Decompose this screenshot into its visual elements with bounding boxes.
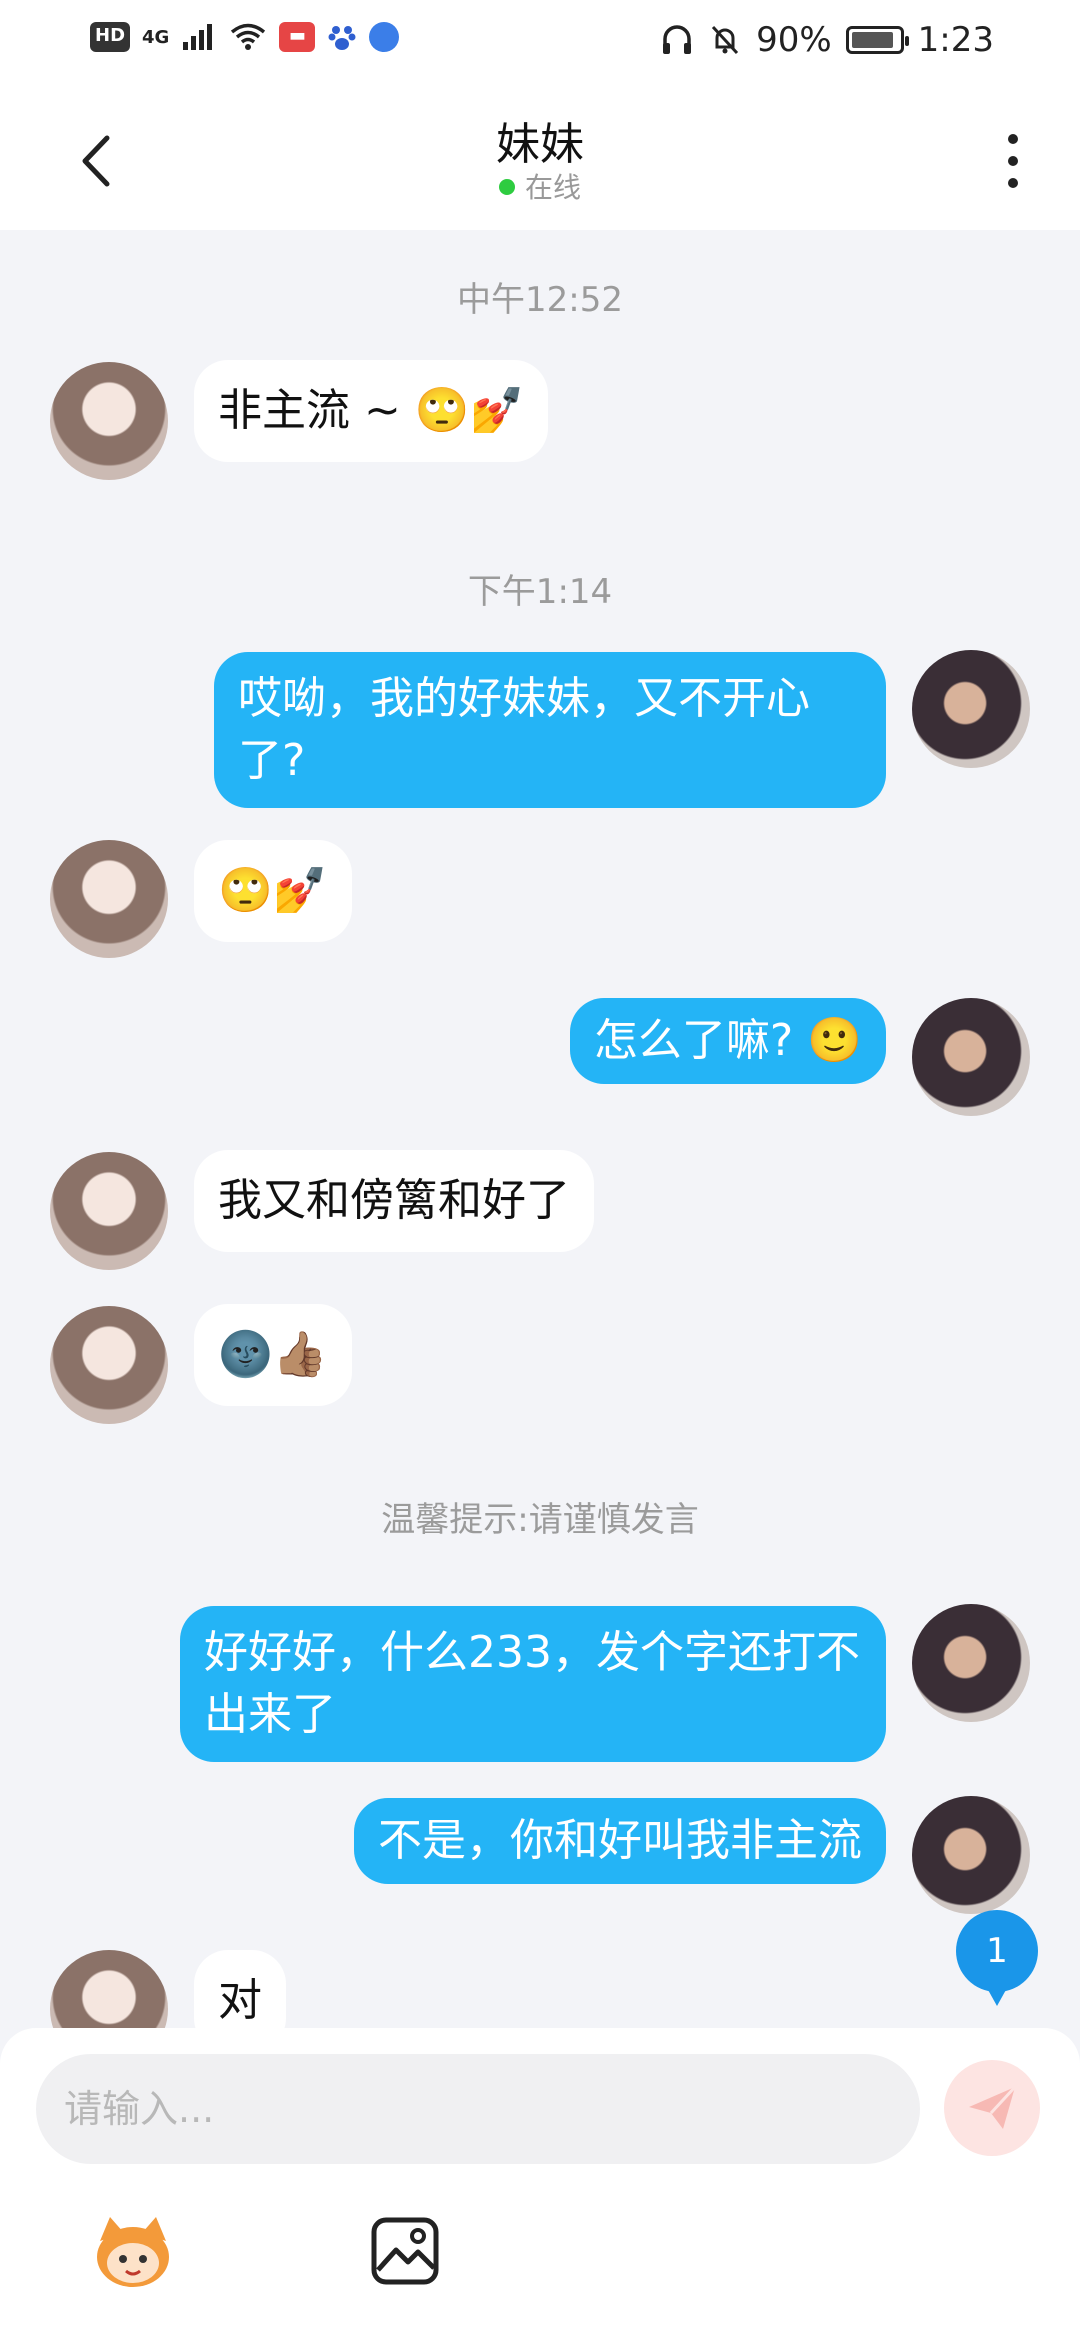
battery-icon bbox=[845, 26, 909, 54]
message-incoming[interactable]: 非主流 ~ 🙄💅 bbox=[194, 360, 549, 462]
battery-percent: 90% bbox=[756, 20, 832, 60]
message-outgoing[interactable]: 怎么了嘛? 🙂 bbox=[569, 998, 886, 1084]
signal-icon bbox=[183, 24, 213, 50]
more-dot bbox=[1008, 178, 1018, 188]
headphones-icon bbox=[663, 25, 692, 54]
avatar[interactable] bbox=[50, 1306, 168, 1424]
status-bar: HD 4G ▬ 90% 1:23 bbox=[0, 0, 1080, 86]
avatar[interactable] bbox=[912, 998, 1030, 1116]
more-vertical-icon bbox=[1008, 134, 1018, 144]
avatar[interactable] bbox=[50, 840, 168, 958]
send-button[interactable] bbox=[944, 2060, 1040, 2156]
mascot-sticker-icon bbox=[97, 2217, 169, 2287]
hd-badge: HD bbox=[90, 22, 131, 52]
avatar[interactable] bbox=[50, 1152, 168, 1270]
message-incoming[interactable]: 🙄💅 bbox=[194, 840, 352, 942]
avatar[interactable] bbox=[912, 1604, 1030, 1722]
chat-header: 妹妹 在线 bbox=[0, 86, 1080, 230]
more-dot bbox=[1008, 156, 1018, 166]
browser-icon bbox=[369, 22, 400, 52]
message-outgoing[interactable]: 哎呦，我的好妹妹，又不开心了? bbox=[214, 652, 886, 808]
clock: 1:23 bbox=[917, 20, 994, 60]
timestamp: 中午12:52 bbox=[457, 280, 623, 320]
message-outgoing[interactable]: 不是，你和好叫我非主流 bbox=[354, 1798, 886, 1884]
online-dot bbox=[498, 179, 515, 195]
message-incoming[interactable]: 我又和傍篱和好了 bbox=[194, 1150, 594, 1252]
image-button[interactable] bbox=[360, 2206, 450, 2296]
status-left-icons: HD 4G ▬ bbox=[90, 22, 400, 52]
message-input[interactable] bbox=[36, 2054, 920, 2164]
network-type: 4G bbox=[142, 26, 170, 48]
avatar[interactable] bbox=[50, 362, 168, 480]
mascot-sticker-button[interactable] bbox=[88, 2206, 178, 2296]
status-right-icons: 90% 1:23 bbox=[660, 20, 994, 60]
message-incoming[interactable]: 🌚👍🏽 bbox=[194, 1304, 352, 1406]
chat-list[interactable]: 中午12:52 非主流 ~ 🙄💅 下午1:14 哎呦，我的好妹妹，又不开心了? … bbox=[0, 230, 1080, 2028]
avatar[interactable] bbox=[50, 1950, 168, 2028]
bell-muted-icon bbox=[711, 25, 739, 55]
unread-badge[interactable]: 1 bbox=[956, 1910, 1038, 2006]
wifi-icon bbox=[231, 23, 266, 50]
online-label: 在线 bbox=[524, 171, 581, 204]
timestamp: 下午1:14 bbox=[467, 572, 613, 612]
message-outgoing[interactable]: 好好好，什么233，发个字还打不出来了 bbox=[180, 1606, 886, 1762]
send-icon bbox=[969, 2085, 1017, 2129]
message-incoming[interactable]: 对 bbox=[194, 1950, 286, 2028]
avatar[interactable] bbox=[912, 650, 1030, 768]
app-store-icon: ▬ bbox=[279, 22, 316, 52]
input-bar bbox=[0, 2028, 1080, 2340]
online-status: 在线 bbox=[0, 166, 1080, 206]
paw-icon bbox=[328, 26, 356, 50]
avatar[interactable] bbox=[912, 1796, 1030, 1914]
more-options-button[interactable] bbox=[998, 126, 1028, 196]
image-icon bbox=[371, 2217, 439, 2285]
contact-name: 妹妹 bbox=[496, 119, 584, 170]
safety-notice: 温馨提示:请谨慎发言 bbox=[381, 1500, 699, 1540]
